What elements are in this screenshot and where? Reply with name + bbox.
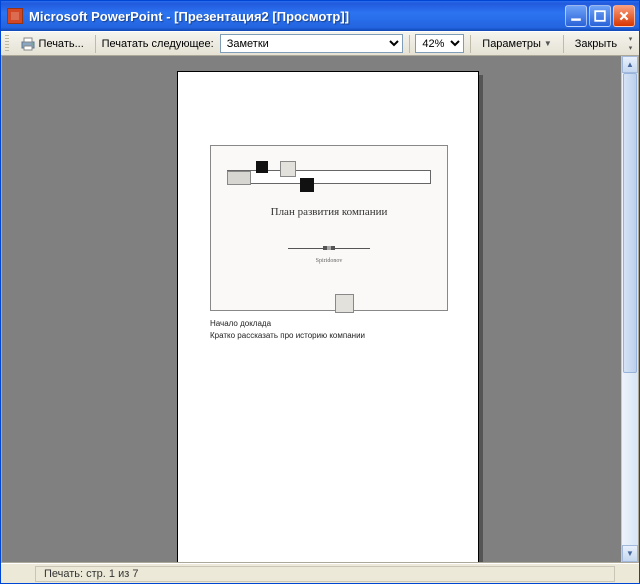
slide-decoration [227,170,431,184]
print-button[interactable]: Печать... [15,34,89,54]
status-text: Печать: стр. 1 из 7 [44,568,138,580]
print-what-select[interactable]: Заметки [220,34,403,53]
zoom-select[interactable]: 42% [415,34,464,53]
slide-decoration-square [335,294,354,313]
scroll-thumb[interactable] [623,73,637,373]
vertical-scrollbar[interactable]: ▲ ▼ [621,56,638,562]
status-segment: Печать: стр. 1 из 7 [35,566,615,582]
toolbar-separator [409,35,410,53]
toolbar-separator [470,35,471,53]
chevron-down-icon: ▼ [544,39,552,48]
app-window: Microsoft PowerPoint - [Презентация2 [Пр… [0,0,640,584]
preview-canvas[interactable]: План развития компании Spiridonov Начало… [2,56,621,562]
close-preview-button[interactable]: Закрыть [570,36,622,52]
slide-divider [288,246,370,250]
slide-decoration-square [256,161,268,173]
preview-page: План развития компании Spiridonov Начало… [177,71,479,562]
status-bar: Печать: стр. 1 из 7 [1,563,639,583]
minimize-icon [570,10,582,22]
toolbar-separator [95,35,96,53]
options-button-label: Параметры [482,38,541,50]
close-button[interactable] [613,5,635,27]
close-preview-label: Закрыть [575,38,617,50]
chevron-down-icon: ▾ [629,35,633,43]
window-controls [565,5,635,27]
slide-title: План развития компании [211,206,447,218]
preview-workspace: План развития компании Spiridonov Начало… [1,56,639,563]
scroll-down-button[interactable]: ▼ [622,545,638,562]
slide-subtitle: Spiridonov [211,258,447,264]
slide-decoration-square [280,161,296,177]
notes-line: Кратко рассказать про историю компании [210,330,448,342]
close-icon [618,10,630,22]
print-button-label: Печать... [39,38,84,50]
maximize-button[interactable] [589,5,611,27]
title-bar[interactable]: Microsoft PowerPoint - [Презентация2 [Пр… [1,1,639,31]
slide-decoration-square [227,171,251,185]
window-title: Microsoft PowerPoint - [Презентация2 [Пр… [29,9,565,24]
maximize-icon [594,10,606,22]
toolbar-separator [563,35,564,53]
print-next-label: Печатать следующее: [102,38,216,50]
print-preview-toolbar: Печать... Печатать следующее: Заметки 42… [1,31,639,56]
notes-line: Начало доклада [210,318,448,330]
scroll-up-button[interactable]: ▲ [622,56,638,73]
slide-thumbnail: План развития компании Spiridonov [210,145,448,311]
slide-decoration-square [300,178,314,192]
chevron-down-icon: ▾ [629,44,633,52]
notes-text: Начало доклада Кратко рассказать про ист… [210,318,448,342]
printer-icon [20,36,36,52]
toolbar-overflow[interactable]: ▾ ▾ [626,34,635,54]
toolbar-grip[interactable] [5,35,9,53]
scroll-track[interactable] [622,73,638,545]
app-icon [7,8,23,24]
options-button[interactable]: Параметры ▼ [477,36,557,52]
minimize-button[interactable] [565,5,587,27]
